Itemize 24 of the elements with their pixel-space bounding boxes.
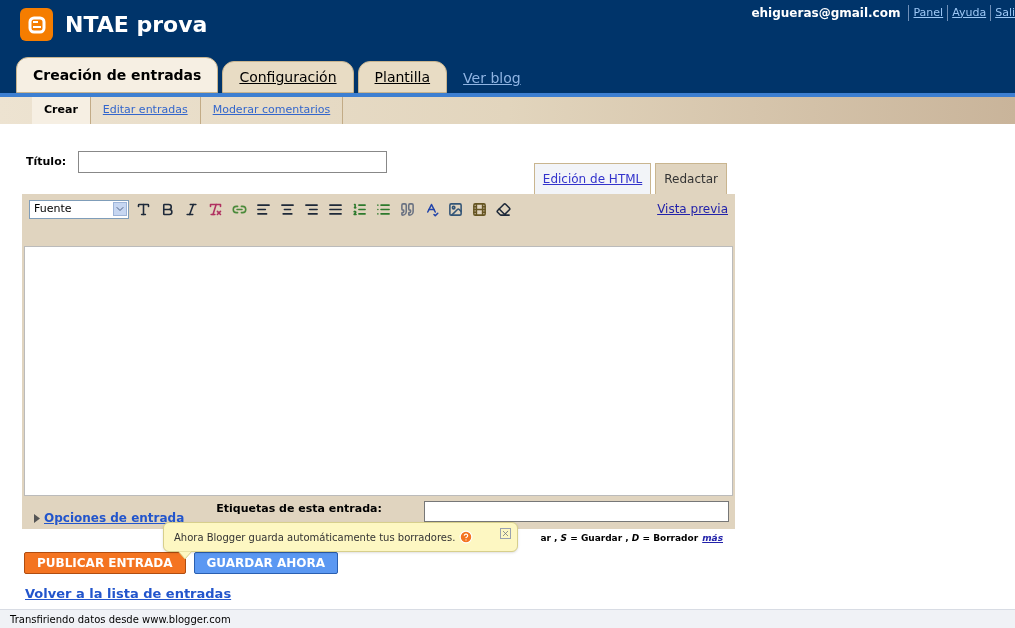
header-link[interactable]: Panel bbox=[908, 4, 944, 22]
labels-label: Etiquetas de esta entrada: bbox=[216, 501, 382, 517]
nav-tab[interactable]: Configuración bbox=[222, 61, 354, 93]
tooltip-text: Ahora Blogger guarda automáticamente tus borradores. bbox=[174, 530, 456, 545]
title-label: Título: bbox=[26, 153, 67, 170]
status-text: Transfiriendo datos desde www.blogger.com bbox=[10, 612, 231, 627]
subnav-tab[interactable]: Crear bbox=[32, 97, 91, 124]
nav-tab[interactable]: Plantilla bbox=[357, 61, 448, 93]
post-options-link[interactable]: Opciones de entrada bbox=[44, 509, 185, 527]
shortcuts-text: ar , S = Guardar , D = Borrador bbox=[540, 532, 699, 546]
font-select[interactable]: Fuente bbox=[29, 199, 129, 219]
blog-title: NTAE prova bbox=[65, 11, 208, 39]
nav-tab[interactable]: Creación de entradas bbox=[16, 57, 219, 93]
back-to-posts-link[interactable]: Volver a la lista de entradas bbox=[25, 584, 232, 604]
header-link[interactable]: Sali bbox=[990, 4, 1015, 22]
view-blog-link[interactable]: Ver blog bbox=[451, 68, 533, 93]
editor-mode-tab[interactable]: Edición de HTML bbox=[533, 163, 652, 194]
more-link[interactable]: más bbox=[702, 532, 723, 546]
subnav-tab[interactable]: Editar entradas bbox=[90, 97, 201, 124]
header-link[interactable]: Ayuda bbox=[947, 4, 987, 22]
user-email: ehigueras@gmail.com bbox=[751, 5, 901, 22]
editor-mode-tab[interactable]: Redactar bbox=[655, 163, 727, 194]
subnav-tab[interactable]: Moderar comentarios bbox=[200, 97, 344, 124]
preview-link[interactable]: Vista previa bbox=[657, 200, 728, 218]
